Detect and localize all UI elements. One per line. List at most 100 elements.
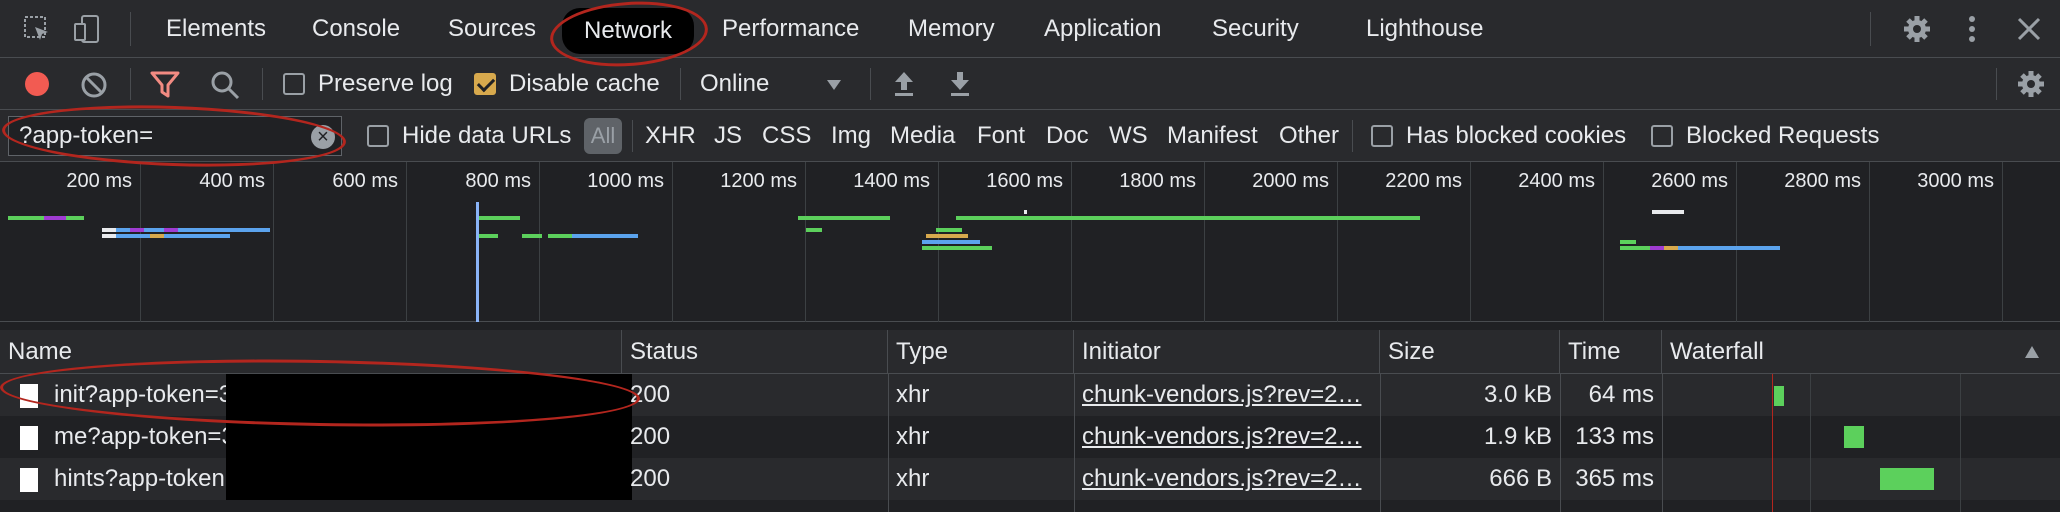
tab-sources[interactable]: Sources bbox=[448, 0, 536, 58]
column-header-status[interactable]: Status bbox=[622, 330, 888, 374]
overview-tick-label: 1400 ms bbox=[853, 170, 930, 192]
column-separator bbox=[1662, 374, 1663, 512]
request-name[interactable]: init?app-token=3 bbox=[54, 374, 240, 416]
column-header-name[interactable]: Name bbox=[0, 330, 622, 374]
overview-gridline bbox=[1603, 162, 1604, 322]
filter-type-img[interactable]: Img bbox=[831, 122, 871, 150]
waterfall-bar bbox=[1844, 426, 1864, 448]
filter-type-css[interactable]: CSS bbox=[762, 122, 811, 150]
tab-elements[interactable]: Elements bbox=[166, 0, 266, 58]
column-header-waterfall[interactable]: Waterfall bbox=[1662, 330, 2060, 374]
filter-type-xhr[interactable]: XHR bbox=[645, 122, 696, 150]
overview-tick-label: 1200 ms bbox=[720, 170, 797, 192]
overview-tick-label: 2400 ms bbox=[1518, 170, 1595, 192]
waterfall-bar bbox=[1880, 468, 1934, 490]
column-header-type[interactable]: Type bbox=[888, 330, 1074, 374]
preserve-log-label: Preserve log bbox=[318, 70, 453, 97]
request-type: xhr bbox=[896, 465, 930, 492]
request-size: 3.0 kB bbox=[1483, 381, 1552, 408]
filter-input-box: × bbox=[8, 116, 342, 156]
filter-divider bbox=[1352, 120, 1353, 152]
filter-type-js[interactable]: JS bbox=[714, 122, 742, 150]
overview-request-bar bbox=[522, 234, 542, 238]
overview-tick-label: 800 ms bbox=[465, 170, 531, 192]
network-overview[interactable]: 200 ms 400 ms 600 ms 800 ms 1000 ms 1200… bbox=[0, 162, 2060, 322]
overview-tick-label: 1800 ms bbox=[1119, 170, 1196, 192]
kebab-menu-icon[interactable] bbox=[1966, 14, 1978, 49]
blocked-requests-label: Blocked Requests bbox=[1686, 122, 1880, 149]
filter-type-manifest[interactable]: Manifest bbox=[1167, 122, 1258, 150]
has-blocked-cookies-checkbox[interactable] bbox=[1371, 125, 1393, 147]
overview-gridline bbox=[2002, 162, 2003, 322]
column-separator bbox=[888, 374, 889, 512]
table-row[interactable]: init?app-token=3 200 xhr chunk-vendors.j… bbox=[0, 374, 2060, 416]
overview-request-bar bbox=[164, 228, 178, 232]
filter-input[interactable] bbox=[19, 121, 309, 151]
blocked-requests-checkbox[interactable] bbox=[1651, 125, 1673, 147]
column-header-initiator[interactable]: Initiator bbox=[1074, 330, 1380, 374]
clear-filter-icon[interactable]: × bbox=[311, 125, 335, 149]
close-icon[interactable] bbox=[2016, 16, 2042, 47]
table-row[interactable]: me?app-token=3 200 xhr chunk-vendors.js?… bbox=[0, 416, 2060, 458]
column-separator bbox=[1380, 374, 1381, 512]
export-har-icon[interactable] bbox=[948, 70, 972, 103]
overview-tick-label: 200 ms bbox=[66, 170, 132, 192]
request-name[interactable]: me?app-token=3 bbox=[54, 416, 240, 458]
filter-type-all[interactable]: All bbox=[584, 118, 622, 154]
overview-tick-label: 400 ms bbox=[199, 170, 265, 192]
request-table-header: Name Status Type Initiator Size Time Wat… bbox=[0, 330, 2060, 374]
search-icon[interactable] bbox=[210, 70, 240, 105]
filter-type-doc[interactable]: Doc bbox=[1046, 122, 1089, 150]
overview-request-bar bbox=[1024, 210, 1027, 214]
tab-performance[interactable]: Performance bbox=[722, 0, 859, 58]
overview-time-marker bbox=[476, 202, 479, 322]
overview-gridline bbox=[539, 162, 540, 322]
sort-arrow-icon[interactable] bbox=[2024, 345, 2040, 364]
settings-gear-icon[interactable] bbox=[1902, 14, 1932, 49]
import-har-icon[interactable] bbox=[892, 70, 916, 103]
filter-type-other[interactable]: Other bbox=[1279, 122, 1339, 150]
tab-network[interactable]: Network bbox=[562, 8, 695, 54]
column-header-size[interactable]: Size bbox=[1380, 330, 1560, 374]
overview-request-bar bbox=[806, 228, 822, 232]
filter-type-font[interactable]: Font bbox=[977, 122, 1025, 150]
column-header-time[interactable]: Time bbox=[1560, 330, 1662, 374]
waterfall-bar bbox=[1774, 386, 1784, 406]
request-time: 64 ms bbox=[1588, 381, 1654, 408]
inspect-element-icon[interactable] bbox=[22, 14, 52, 44]
record-icon[interactable] bbox=[24, 71, 50, 102]
request-initiator-link[interactable]: chunk-vendors.js?rev=2… bbox=[1082, 458, 1372, 500]
disable-cache-checkbox[interactable] bbox=[474, 73, 496, 95]
request-type: xhr bbox=[896, 423, 930, 450]
waterfall-gridline bbox=[1960, 374, 1961, 512]
redaction-block bbox=[226, 416, 632, 458]
filter-type-ws[interactable]: WS bbox=[1109, 122, 1148, 150]
table-row[interactable]: hints?app-token 200 xhr chunk-vendors.js… bbox=[0, 458, 2060, 500]
overview-request-bar bbox=[922, 246, 992, 250]
request-initiator-link[interactable]: chunk-vendors.js?rev=2… bbox=[1082, 416, 1372, 458]
overview-tick-label: 2200 ms bbox=[1385, 170, 1462, 192]
tab-security[interactable]: Security bbox=[1212, 0, 1299, 58]
request-name[interactable]: hints?app-token bbox=[54, 458, 240, 500]
hide-data-urls-checkbox[interactable] bbox=[367, 125, 389, 147]
filter-icon[interactable] bbox=[150, 71, 180, 104]
overview-gridline bbox=[1204, 162, 1205, 322]
tab-memory[interactable]: Memory bbox=[908, 0, 995, 58]
clear-icon[interactable] bbox=[80, 71, 108, 104]
request-time: 133 ms bbox=[1575, 423, 1654, 450]
overview-gridline bbox=[672, 162, 673, 322]
network-settings-icon[interactable] bbox=[2016, 69, 2046, 104]
overview-gridline bbox=[1736, 162, 1737, 322]
overview-request-bar bbox=[102, 234, 116, 238]
overview-gridline bbox=[140, 162, 141, 322]
device-toolbar-icon[interactable] bbox=[72, 14, 102, 44]
throttling-select[interactable]: Online bbox=[700, 70, 769, 98]
tab-lighthouse[interactable]: Lighthouse bbox=[1366, 0, 1483, 58]
dropdown-arrow-icon[interactable] bbox=[826, 78, 842, 96]
redaction-block bbox=[226, 458, 632, 500]
tab-console[interactable]: Console bbox=[312, 0, 400, 58]
filter-type-media[interactable]: Media bbox=[890, 122, 955, 150]
preserve-log-checkbox[interactable] bbox=[283, 73, 305, 95]
tab-application[interactable]: Application bbox=[1044, 0, 1161, 58]
request-initiator-link[interactable]: chunk-vendors.js?rev=2… bbox=[1082, 374, 1372, 416]
